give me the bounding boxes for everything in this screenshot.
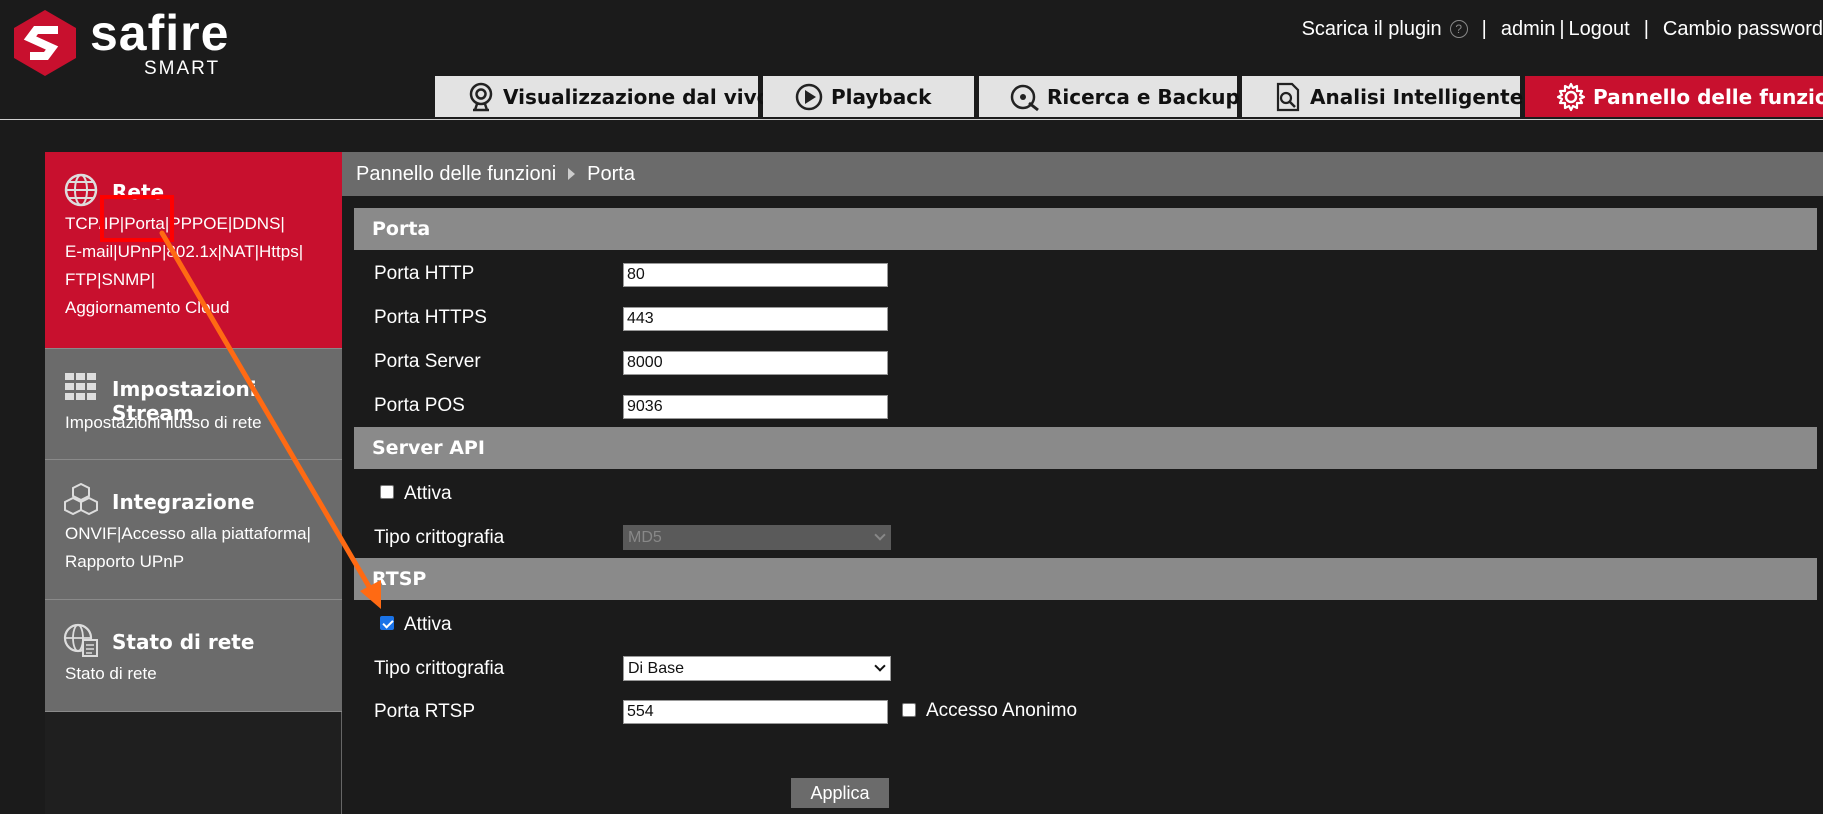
rtsp-enable-checkbox[interactable] [380, 616, 394, 630]
rtsp-crypto-select[interactable]: Di Base [623, 656, 891, 681]
section-server-api-header: Server API [354, 427, 1817, 469]
rtsp-enable-label: Attiva [404, 614, 452, 635]
gear-icon [1556, 82, 1586, 112]
main-panel: Pannello delle funzioni Porta Porta Port… [342, 152, 1823, 814]
sidebar: Rete TCP/IP|Porta|PPPOE|DDNS| E-mail|UPn… [45, 152, 342, 814]
rtsp-port-input[interactable] [623, 700, 888, 724]
tab-label: Ricerca e Backup [1047, 84, 1240, 109]
top-links: Scarica il plugin ? | admin | Logout | C… [1302, 16, 1823, 42]
sidebar-item-title: Rete [112, 180, 165, 204]
plugin-link[interactable]: Scarica il plugin [1302, 18, 1442, 41]
tab-label: Visualizzazione dal vivo [503, 84, 771, 109]
grid-icon [65, 373, 96, 400]
pos-port-input[interactable] [623, 395, 888, 419]
breadcrumb-root[interactable]: Pannello delle funzioni [356, 163, 556, 186]
logout-link[interactable]: Logout [1569, 18, 1630, 41]
apply-button[interactable]: Applica [791, 778, 889, 808]
webcam-icon [469, 82, 493, 112]
http-port-label: Porta HTTP [374, 263, 475, 284]
separator: | [1481, 17, 1487, 40]
https-port-input[interactable] [623, 307, 888, 331]
breadcrumb-arrow-icon [568, 168, 576, 180]
rtsp-port-label: Porta RTSP [374, 701, 476, 722]
select-value: MD5 [628, 528, 662, 546]
sidebar-item-network[interactable]: Rete TCP/IP|Porta|PPPOE|DDNS| E-mail|UPn… [45, 152, 342, 349]
brand-name: safire [90, 5, 230, 61]
rtsp-crypto-label: Tipo crittografia [374, 658, 505, 679]
sidebar-item-links[interactable]: TCP/IP|Porta|PPPOE|DDNS| E-mail|UPnP|802… [65, 210, 335, 322]
sidebar-item-links[interactable]: ONVIF|Accesso alla piattaforma| Rapporto… [65, 520, 335, 576]
sidebar-item-stream[interactable]: Impostazioni Stream Impostazioni flusso … [45, 349, 342, 460]
header: safire SMART Scarica il plugin ? | admin… [0, 0, 1823, 120]
section-rtsp-header: RTSP [354, 558, 1817, 600]
sidebar-item-links[interactable]: Stato di rete [65, 660, 335, 688]
sidebar-item-title: Stato di rete [112, 630, 255, 654]
server-api-enable-checkbox[interactable] [380, 485, 394, 499]
tab-live-view[interactable]: Visualizzazione dal vivo [435, 76, 770, 117]
main-nav: Visualizzazione dal vivo Playback Ricerc… [435, 76, 1823, 117]
pos-port-label: Porta POS [374, 395, 465, 416]
tab-label: Analisi Intelligente [1310, 84, 1524, 109]
sidebar-item-network-status[interactable]: Stato di rete Stato di rete [45, 600, 342, 712]
breadcrumb: Pannello delle funzioni Porta [342, 152, 1823, 196]
tab-label: Pannello delle funzioni [1593, 84, 1823, 109]
globe-icon [64, 173, 98, 207]
server-port-input[interactable] [623, 351, 888, 375]
globe-document-icon [63, 623, 98, 657]
sidebar-item-integration[interactable]: Integrazione ONVIF|Accesso alla piattafo… [45, 460, 342, 600]
chevron-down-icon [874, 660, 886, 672]
server-api-enable-label: Attiva [404, 483, 452, 504]
tab-search-backup[interactable]: Ricerca e Backup [979, 76, 1240, 117]
tab-function-panel[interactable]: Pannello delle funzioni [1525, 76, 1823, 117]
help-icon[interactable]: ? [1449, 20, 1468, 38]
section-porta-header: Porta [354, 208, 1817, 250]
user-link[interactable]: admin [1501, 18, 1555, 41]
sidebar-item-links[interactable]: Impostazioni flusso di rete [65, 409, 335, 437]
select-value: Di Base [628, 659, 685, 677]
safire-logo-icon [14, 10, 76, 76]
separator: | [1559, 17, 1565, 40]
play-circle-icon [795, 83, 823, 111]
tab-smart-analysis[interactable]: Analisi Intelligente [1242, 76, 1524, 117]
document-search-icon [1276, 82, 1300, 112]
sidebar-item-title: Integrazione [112, 490, 255, 514]
breadcrumb-current: Porta [587, 162, 635, 185]
change-password-link[interactable]: Cambio password [1663, 18, 1823, 41]
anonymous-access-checkbox[interactable] [902, 703, 916, 717]
server-port-label: Porta Server [374, 351, 481, 372]
chevron-down-icon [874, 529, 886, 541]
separator: | [1643, 17, 1649, 40]
tab-playback[interactable]: Playback [763, 76, 974, 117]
server-api-crypto-label: Tipo crittografia [374, 527, 505, 548]
disc-search-icon [1010, 84, 1039, 112]
cubes-icon [64, 482, 98, 516]
anonymous-access-label: Accesso Anonimo [926, 700, 1078, 721]
https-port-label: Porta HTTPS [374, 307, 487, 328]
server-api-crypto-select[interactable]: MD5 [623, 525, 891, 550]
http-port-input[interactable] [623, 263, 888, 287]
brand-sub: SMART [144, 58, 221, 79]
brand-logo: safire SMART [10, 6, 240, 82]
